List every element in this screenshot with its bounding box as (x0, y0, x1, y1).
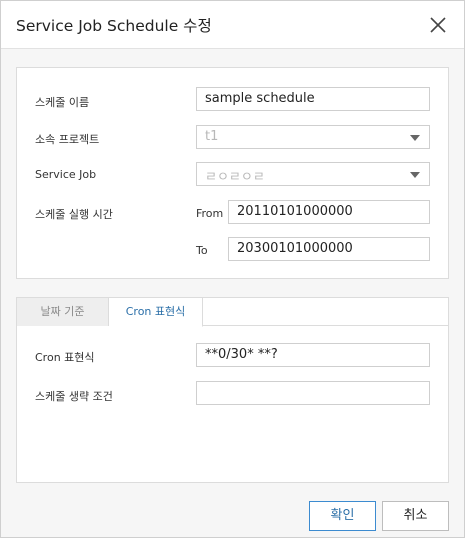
skip-condition-input[interactable] (196, 381, 430, 405)
project-select[interactable]: t1 (196, 125, 430, 149)
edit-schedule-dialog: Service Job Schedule 수정 스케줄 이름 sample sc… (0, 0, 465, 538)
rule-tabs: 날짜 기준 Cron 표현식 (17, 298, 448, 327)
close-button[interactable] (424, 11, 452, 39)
project-label: 소속 프로젝트 (35, 133, 100, 146)
cron-expression-input[interactable]: **0/30* **? (196, 343, 430, 367)
chevron-down-icon (410, 135, 420, 141)
service-job-select[interactable]: ㄹㅇㄹㅇㄹ (196, 162, 430, 186)
from-label: From (196, 207, 224, 220)
run-time-label: 스케줄 실행 시간 (35, 208, 113, 221)
tab-cron-expression[interactable]: Cron 표현식 (109, 298, 203, 327)
service-job-label: Service Job (35, 168, 97, 181)
to-input[interactable]: 20300101000000 (228, 237, 430, 261)
schedule-name-input[interactable]: sample schedule (196, 87, 430, 111)
cancel-button[interactable]: 취소 (382, 501, 449, 531)
schedule-name-label: 스케줄 이름 (35, 96, 90, 109)
tab-date-based[interactable]: 날짜 기준 (17, 298, 109, 326)
from-input[interactable]: 20110101000000 (228, 200, 430, 224)
dialog-title: Service Job Schedule 수정 (16, 17, 212, 35)
skip-condition-label: 스케줄 생략 조건 (35, 390, 113, 403)
close-icon (430, 17, 446, 33)
confirm-button[interactable]: 확인 (309, 501, 376, 531)
to-label: To (196, 244, 208, 257)
schedule-rule-panel: 날짜 기준 Cron 표현식 Cron 표현식 **0/30* **? 스케줄 … (16, 297, 449, 483)
chevron-down-icon (410, 172, 420, 178)
dialog-header: Service Job Schedule 수정 (1, 1, 464, 49)
project-select-value: t1 (205, 129, 219, 144)
service-job-select-value: ㄹㅇㄹㅇㄹ (205, 170, 265, 185)
schedule-info-panel: 스케줄 이름 sample schedule 소속 프로젝트 t1 Servic… (16, 67, 449, 279)
cron-expression-label: Cron 표현식 (35, 351, 95, 364)
